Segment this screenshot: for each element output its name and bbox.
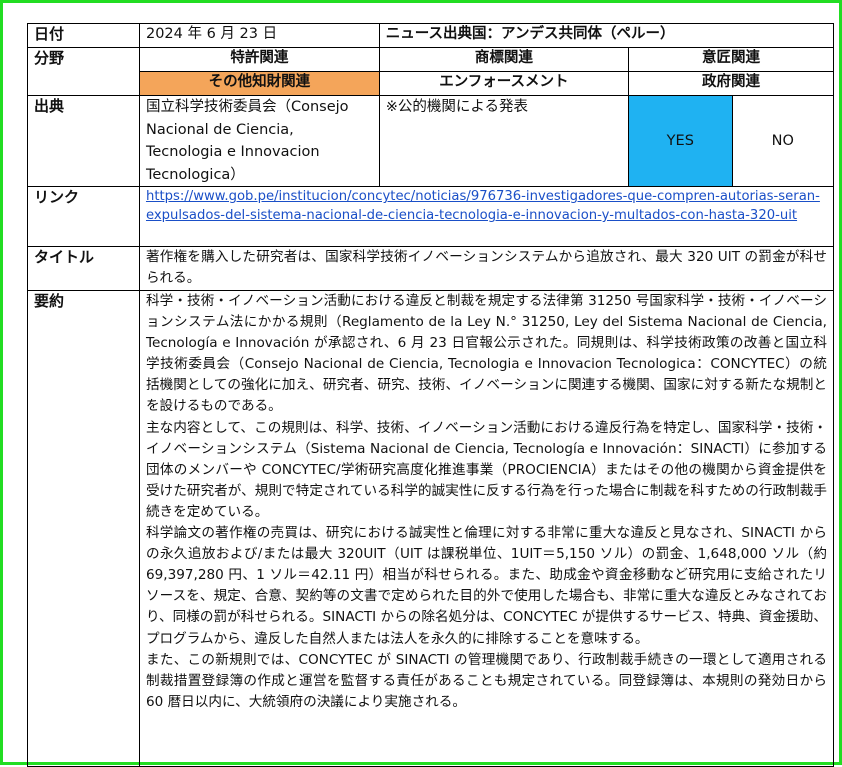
link-cell: https://www.gob.pe/institucion/concytec/… bbox=[138, 186, 835, 247]
summary-label: 要約 bbox=[27, 290, 140, 767]
category-enforcement: エンフォースメント bbox=[378, 71, 630, 96]
summary-cell: 科学・技術・イノベーション活動における違反と制裁を規定する法律第 31250 号… bbox=[138, 290, 835, 767]
source-text: 国立科学技術委員会（Consejo Nacional de Ciencia, T… bbox=[138, 95, 380, 187]
public-yes-cell: YES bbox=[628, 95, 733, 187]
news-record-table: 日付 2024 年 6 月 23 日 ニュース出典国：アンデス共同体（ペルー） … bbox=[27, 23, 835, 767]
public-no-cell: NO bbox=[731, 95, 835, 187]
category-design: 意匠関連 bbox=[628, 47, 834, 72]
category-other-ip: その他知財関連 bbox=[138, 71, 380, 96]
summary-paragraph-1: 科学・技術・イノベーション活動における違反と制裁を規定する法律第 31250 号… bbox=[145, 293, 827, 415]
title-text: 著作権を購入した研究者は、国家科学技術イノベーションシステムから追放され、最大 … bbox=[138, 246, 835, 291]
category-trademark: 商標関連 bbox=[378, 47, 630, 72]
title-label: タイトル bbox=[27, 246, 140, 291]
summary-paragraph-3: 科学論文の著作権の売買は、研究における誠実性と倫理に対する非常に重大な違反と見な… bbox=[145, 525, 827, 647]
summary-paragraph-2: 主な内容として、この規則は、科学、技術、イノベーション活動における違反行為を特定… bbox=[145, 419, 827, 520]
category-patent: 特許関連 bbox=[138, 47, 380, 72]
source-label: 出典 bbox=[27, 95, 140, 187]
source-link[interactable]: https://www.gob.pe/institucion/concytec/… bbox=[146, 189, 820, 223]
field-label: 分野 bbox=[27, 47, 140, 96]
date-label: 日付 bbox=[27, 23, 140, 48]
date-value: 2024 年 6 月 23 日 bbox=[138, 23, 380, 48]
link-label: リンク bbox=[27, 186, 140, 247]
news-origin: ニュース出典国：アンデス共同体（ペルー） bbox=[378, 23, 835, 48]
category-government: 政府関連 bbox=[628, 71, 834, 96]
summary-paragraph-4: また、この新規則では、CONCYTEC が SINACTI の管理機関であり、行… bbox=[145, 651, 827, 710]
document-frame: 日付 2024 年 6 月 23 日 ニュース出典国：アンデス共同体（ペルー） … bbox=[0, 0, 842, 767]
public-note: ※公的機関による発表 bbox=[378, 95, 630, 187]
